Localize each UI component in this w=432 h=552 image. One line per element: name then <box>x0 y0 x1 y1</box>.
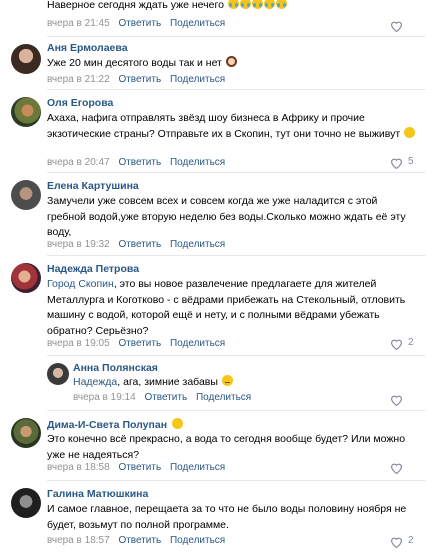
share-link[interactable]: Поделиться <box>170 74 225 85</box>
avatar[interactable] <box>11 488 41 518</box>
avatar[interactable] <box>11 97 41 127</box>
grinning-face-icon <box>404 126 416 138</box>
share-link[interactable]: Поделиться <box>170 462 225 473</box>
comment-meta: вчера в 18:58 Ответить Поделиться <box>47 462 225 473</box>
sunglasses-face-icon <box>171 418 183 429</box>
like-button[interactable] <box>390 461 420 475</box>
comment-text: Надежда, ага, зимние забавы <box>73 375 413 391</box>
share-link[interactable]: Поделиться <box>170 239 225 250</box>
comment-meta: вчера в 21:45 Ответить Поделиться <box>47 18 225 29</box>
separator <box>47 36 426 37</box>
heart-icon <box>391 463 402 474</box>
comment-text: И самое главное, перещаета за то что не … <box>47 503 407 531</box>
separator <box>47 355 426 356</box>
comment-meta: вчера в 20:47 Ответить Поделиться <box>47 157 225 168</box>
avatar[interactable] <box>11 44 41 74</box>
crying-face-icon <box>251 0 263 9</box>
share-link[interactable]: Поделиться <box>170 157 225 168</box>
comment-time[interactable]: вчера в 20:47 <box>47 157 110 168</box>
share-link[interactable]: Поделиться <box>170 18 225 29</box>
separator <box>47 255 426 256</box>
comment-author[interactable]: Анна Полянская <box>73 362 158 374</box>
sly-face-icon <box>221 375 233 386</box>
reply-link[interactable]: Ответить <box>118 74 161 85</box>
comment-time[interactable]: вчера в 18:58 <box>47 462 110 473</box>
reply-link[interactable]: Ответить <box>118 18 161 29</box>
comment-meta: вчера в 19:05 Ответить Поделиться <box>47 338 225 349</box>
heart-icon <box>391 21 402 32</box>
comment-meta: вчера в 19:14 Ответить Поделиться <box>73 392 251 403</box>
comment-author[interactable]: Оля Егорова <box>47 97 113 109</box>
avatar[interactable] <box>11 180 41 210</box>
like-button[interactable] <box>390 393 420 407</box>
heart-icon <box>391 158 402 169</box>
reply-link[interactable]: Ответить <box>144 392 187 403</box>
like-count: 2 <box>408 535 414 546</box>
like-button[interactable]: 5 <box>390 156 420 170</box>
comment-meta: вчера в 19:32 Ответить Поделиться <box>47 239 225 250</box>
comment-text: Наверное сегодня ждать уже нечего <box>47 0 417 14</box>
reply-link[interactable]: Ответить <box>118 157 161 168</box>
share-link[interactable]: Поделиться <box>196 392 251 403</box>
comment-author[interactable]: Надежда Петрова <box>47 263 139 275</box>
comment-time[interactable]: вчера в 19:14 <box>73 392 136 403</box>
separator <box>47 410 426 411</box>
crying-face-icon <box>239 0 251 9</box>
comment-time[interactable]: вчера в 21:45 <box>47 18 110 29</box>
reply-mention-link[interactable]: Город Скопин <box>47 278 114 290</box>
heart-icon <box>391 395 402 406</box>
comment-meta: вчера в 21:22 Ответить Поделиться <box>47 74 225 85</box>
woman-facepalm-icon <box>225 56 237 67</box>
comment-time[interactable]: вчера в 21:22 <box>47 74 110 85</box>
comment-text: Ахаха, нафига отправлять звёзд шоу бизне… <box>47 111 417 142</box>
comment-text: Город Скопин, это вы новое развлечение п… <box>47 278 406 337</box>
reply-link[interactable]: Ответить <box>118 239 161 250</box>
like-count: 5 <box>408 156 414 167</box>
separator <box>47 172 426 173</box>
comment-meta: вчера в 18:57 Ответить Поделиться <box>47 535 225 546</box>
comment-author[interactable]: Галина Матюшкина <box>47 488 148 500</box>
heart-icon <box>391 339 402 350</box>
share-link[interactable]: Поделиться <box>170 338 225 349</box>
reply-link[interactable]: Ответить <box>118 535 161 546</box>
reply-link[interactable]: Ответить <box>118 338 161 349</box>
like-button[interactable]: 2 <box>390 337 420 351</box>
comment-author[interactable]: Елена Картушина <box>47 180 139 192</box>
crying-face-icon <box>275 0 287 9</box>
separator <box>47 480 426 481</box>
like-button[interactable] <box>390 19 420 33</box>
crying-face-icon <box>263 0 275 9</box>
comment-text: Это конечно всё прекрасно, а вода то сег… <box>47 433 406 461</box>
reply-mention-link[interactable]: Надежда <box>73 376 117 388</box>
comment-text: Уже 20 мин десятого воды так и нет <box>47 56 417 72</box>
like-count: 2 <box>408 337 414 348</box>
comment-time[interactable]: вчера в 18:57 <box>47 535 110 546</box>
comment-text: Замучели уже совсем всех и совсем когда … <box>47 195 406 238</box>
comment-time[interactable]: вчера в 19:32 <box>47 239 110 250</box>
crying-face-icon <box>227 0 239 9</box>
reply-link[interactable]: Ответить <box>118 462 161 473</box>
avatar[interactable] <box>11 263 41 293</box>
avatar[interactable] <box>11 418 41 448</box>
comment-time[interactable]: вчера в 19:05 <box>47 338 110 349</box>
comment-author[interactable]: Аня Ермолаева <box>47 42 128 54</box>
like-button[interactable]: 2 <box>390 535 420 549</box>
share-link[interactable]: Поделиться <box>170 535 225 546</box>
comment-author[interactable]: Дима-И-Света Полупан <box>47 418 183 431</box>
heart-icon <box>391 537 402 548</box>
separator <box>47 89 426 90</box>
avatar[interactable] <box>47 363 69 385</box>
